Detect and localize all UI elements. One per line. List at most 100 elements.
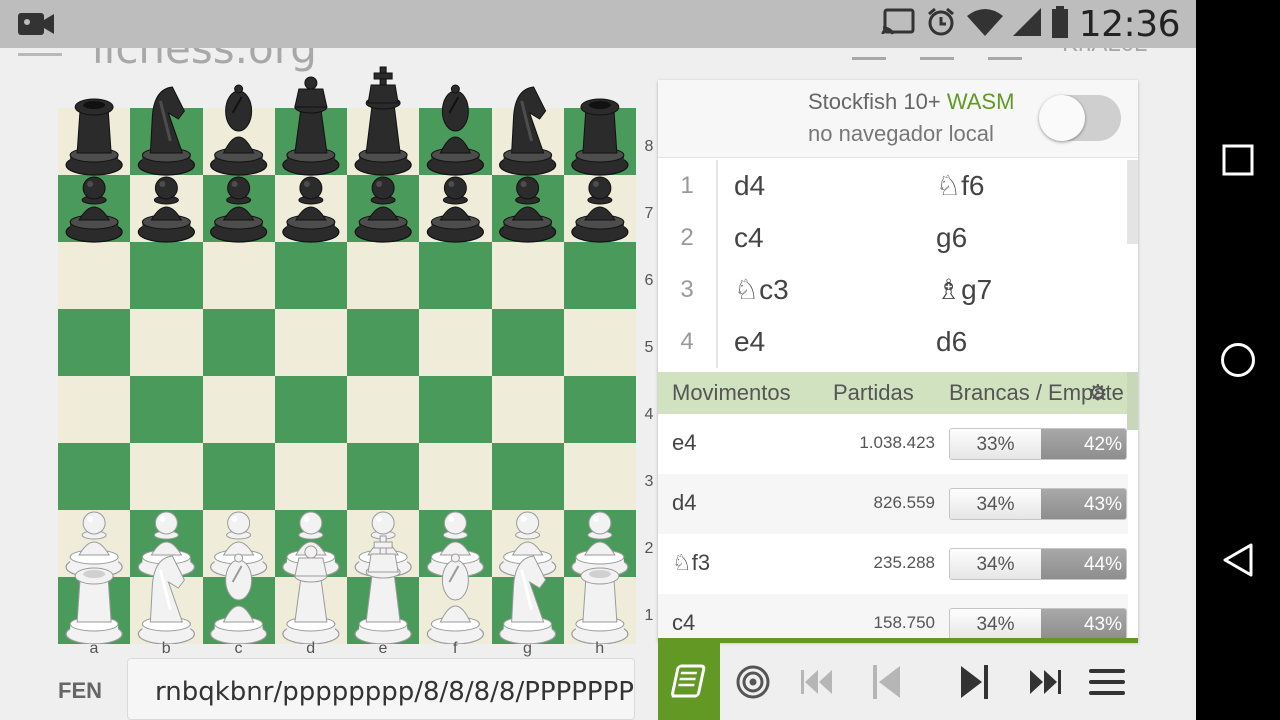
- prev-move-icon[interactable]: [856, 643, 918, 720]
- square-h3[interactable]: [563, 443, 636, 510]
- explorer-move[interactable]: ♘f3: [672, 550, 710, 576]
- white-move[interactable]: ♘c3: [734, 264, 789, 316]
- square-f4[interactable]: [419, 376, 492, 443]
- square-d5[interactable]: [274, 309, 347, 376]
- square-d4[interactable]: [274, 376, 347, 443]
- square-a6[interactable]: [58, 242, 131, 309]
- explorer-row[interactable]: c4 158.750 34% 43%: [658, 594, 1128, 642]
- square-c4[interactable]: [202, 376, 275, 443]
- square-b5[interactable]: [130, 309, 203, 376]
- square-d8[interactable]: [274, 108, 347, 175]
- square-g6[interactable]: [491, 242, 564, 309]
- home-icon[interactable]: [1196, 330, 1280, 390]
- square-c2[interactable]: [202, 510, 275, 577]
- square-e2[interactable]: [347, 510, 420, 577]
- search-icon[interactable]: [852, 48, 886, 60]
- square-f7[interactable]: [419, 175, 492, 242]
- target-icon[interactable]: [722, 643, 784, 720]
- square-d3[interactable]: [274, 443, 347, 510]
- challenge-icon[interactable]: [920, 48, 954, 60]
- bell-icon[interactable]: [988, 48, 1022, 60]
- white-move[interactable]: d4: [734, 160, 765, 212]
- white-move[interactable]: c4: [734, 212, 764, 264]
- square-h4[interactable]: [563, 376, 636, 443]
- square-g5[interactable]: [491, 309, 564, 376]
- black-move[interactable]: ♘f6: [936, 160, 984, 212]
- square-h8[interactable]: [563, 108, 636, 175]
- square-a1[interactable]: [58, 577, 131, 644]
- square-g7[interactable]: [491, 175, 564, 242]
- black-move[interactable]: d6: [936, 316, 967, 368]
- square-b2[interactable]: [130, 510, 203, 577]
- explorer-move[interactable]: c4: [672, 610, 695, 636]
- square-e6[interactable]: [347, 242, 420, 309]
- square-g4[interactable]: [491, 376, 564, 443]
- chess-board[interactable]: [58, 108, 636, 644]
- white-move[interactable]: e4: [734, 316, 765, 368]
- square-e1[interactable]: [347, 577, 420, 644]
- square-f1[interactable]: [419, 577, 492, 644]
- explorer-row[interactable]: d4 826.559 34% 43%: [658, 474, 1128, 534]
- square-g3[interactable]: [491, 443, 564, 510]
- square-d1[interactable]: [274, 577, 347, 644]
- hamburger-menu-icon[interactable]: [18, 48, 62, 56]
- square-e7[interactable]: [347, 175, 420, 242]
- fen-input[interactable]: rnbqkbnr/pppppppp/8/8/8/8/PPPPPPPP/RNBQK…: [127, 658, 635, 720]
- back-icon[interactable]: [1196, 530, 1280, 590]
- first-move-icon[interactable]: [786, 643, 848, 720]
- square-h6[interactable]: [563, 242, 636, 309]
- square-c3[interactable]: [202, 443, 275, 510]
- square-f8[interactable]: [419, 108, 492, 175]
- square-h2[interactable]: [563, 510, 636, 577]
- explorer-move[interactable]: d4: [672, 490, 696, 516]
- square-g8[interactable]: [491, 108, 564, 175]
- explorer-col-moves[interactable]: Movimentos: [672, 380, 791, 406]
- square-f3[interactable]: [419, 443, 492, 510]
- explorer-scrollbar[interactable]: [1127, 372, 1138, 430]
- engine-toggle[interactable]: [1039, 95, 1121, 141]
- square-f2[interactable]: [419, 510, 492, 577]
- square-b8[interactable]: [130, 108, 203, 175]
- square-a2[interactable]: [58, 510, 131, 577]
- square-b3[interactable]: [130, 443, 203, 510]
- square-a5[interactable]: [58, 309, 131, 376]
- square-c5[interactable]: [202, 309, 275, 376]
- explorer-move[interactable]: e4: [672, 430, 696, 456]
- site-logo[interactable]: lichess.org: [92, 48, 317, 73]
- square-f5[interactable]: [419, 309, 492, 376]
- square-b4[interactable]: [130, 376, 203, 443]
- last-move-icon[interactable]: [1014, 643, 1076, 720]
- square-a4[interactable]: [58, 376, 131, 443]
- square-b7[interactable]: [130, 175, 203, 242]
- square-c7[interactable]: [202, 175, 275, 242]
- square-e4[interactable]: [347, 376, 420, 443]
- square-d2[interactable]: [274, 510, 347, 577]
- square-a8[interactable]: [58, 108, 131, 175]
- square-d6[interactable]: [274, 242, 347, 309]
- square-g1[interactable]: [491, 577, 564, 644]
- explorer-row[interactable]: ♘f3 235.288 34% 44%: [658, 534, 1128, 594]
- square-h7[interactable]: [563, 175, 636, 242]
- square-c1[interactable]: [202, 577, 275, 644]
- square-h1[interactable]: [563, 577, 636, 644]
- square-b1[interactable]: [130, 577, 203, 644]
- square-e5[interactable]: [347, 309, 420, 376]
- explorer-col-games[interactable]: Partidas: [833, 380, 914, 406]
- square-d7[interactable]: [274, 175, 347, 242]
- square-e3[interactable]: [347, 443, 420, 510]
- square-a3[interactable]: [58, 443, 131, 510]
- square-a7[interactable]: [58, 175, 131, 242]
- menu-icon[interactable]: [1076, 643, 1138, 720]
- gear-icon[interactable]: ⚙: [1088, 380, 1108, 406]
- black-move[interactable]: g6: [936, 212, 967, 264]
- move-list-scrollbar[interactable]: [1127, 160, 1138, 244]
- square-c8[interactable]: [202, 108, 275, 175]
- square-g2[interactable]: [491, 510, 564, 577]
- recent-apps-icon[interactable]: [1196, 130, 1280, 190]
- toggle-knob[interactable]: [1039, 95, 1085, 141]
- book-icon[interactable]: [658, 643, 720, 720]
- square-c6[interactable]: [202, 242, 275, 309]
- next-move-icon[interactable]: [943, 643, 1005, 720]
- square-e8[interactable]: [347, 108, 420, 175]
- square-f6[interactable]: [419, 242, 492, 309]
